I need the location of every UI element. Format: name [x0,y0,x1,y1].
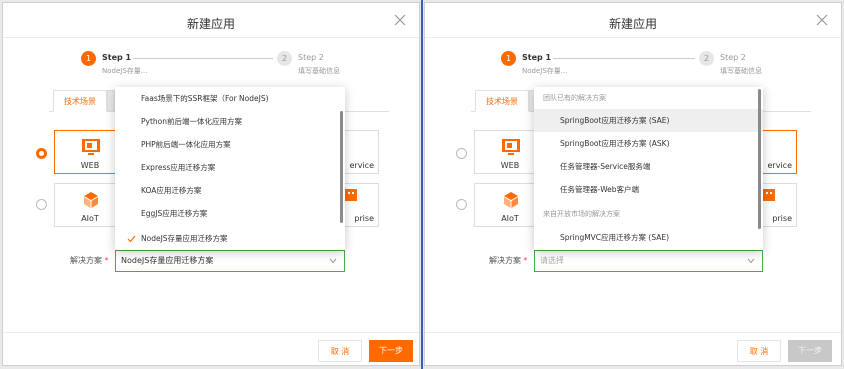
dropdown-option[interactable]: EggJS应用迁移方案 [115,202,345,225]
step-2-desc: 填写基础信息 [298,67,340,75]
group-label-market: 来自开放市场的解决方案 [543,210,620,218]
step-1-desc: NodeJS存量... [102,67,148,75]
radio-row-2[interactable] [36,199,47,210]
radio-row-1[interactable] [36,148,47,159]
dropdown-option[interactable]: SpringBoot应用迁移方案 (ASK) [534,132,763,155]
dropdown-option[interactable]: Python前后端一体化应用方案 [115,110,345,133]
header-divider [425,37,841,38]
tab-hidden[interactable] [107,90,115,112]
next-button[interactable]: 下一步 [369,340,413,362]
cancel-button[interactable]: 取 消 [318,340,362,362]
radio-row-1[interactable] [456,148,467,159]
required-mark: * [104,256,109,265]
required-mark: * [523,256,528,265]
group-label-team: 团队已有的解决方案 [543,94,606,102]
dropdown-option[interactable]: SpringMVC应用迁移方案 (SAE) [534,226,763,249]
solution-select-placeholder: 请选择 [540,256,564,265]
header-divider [3,37,419,38]
panel-divider [421,0,423,369]
dropdown-option[interactable]: Express应用迁移方案 [115,156,345,179]
dropdown-option-highlighted[interactable]: SpringBoot应用迁移方案 (SAE) [534,109,763,132]
step-2-circle: 2 [699,51,714,66]
step-2-circle: 2 [277,51,292,66]
step-1-desc: NodeJS存量... [522,67,568,75]
dropdown-option[interactable]: 任务管理器-Web客户端 [534,178,763,201]
enterprise-icon [763,189,775,201]
close-icon[interactable] [815,13,829,27]
web-monitor-icon [82,139,100,155]
step-1-circle: 1 [501,51,516,66]
dropdown-scrollbar[interactable] [758,89,761,229]
solution-label-text: 解决方案 [489,256,521,265]
dropdown-option[interactable]: 任务管理器-Service服务端 [534,155,763,178]
cancel-button[interactable]: 取 消 [737,340,781,362]
web-monitor-icon [502,139,520,155]
close-icon[interactable] [393,13,407,27]
radio-row-2[interactable] [456,199,467,210]
solution-dropdown: Faas场景下的SSR框架（For NodeJS) Python前后端一体化应用… [115,87,345,250]
step-1-title: Step 1 [522,53,552,62]
footer-divider [425,332,841,333]
dialog-title: 新建应用 [186,17,235,31]
step-2-title: Step 2 [720,53,746,62]
dialog-title: 新建应用 [608,17,657,31]
dropdown-option[interactable]: KOA应用迁移方案 [115,179,345,202]
check-icon [127,235,136,243]
solution-select-value: NodeJS存量应用迁移方案 [121,256,214,265]
solution-label-text: 解决方案 [70,256,102,265]
dropdown-option[interactable]: Faas场景下的SSR框架（For NodeJS) [115,87,345,110]
solution-dropdown: 团队已有的解决方案 SpringBoot应用迁移方案 (SAE) SpringB… [534,87,763,250]
tab-tech-scenario[interactable]: 技术场景 [475,90,529,112]
enterprise-icon [345,189,357,201]
step-1-title: Step 1 [102,53,132,62]
dropdown-option[interactable]: PHP前后端一体化应用方案 [115,133,345,156]
step-connector [553,58,695,59]
new-app-dialog-right: 新建应用 1 Step 1 NodeJS存量... 2 Step 2 填写基础信… [424,2,842,366]
step-2-title: Step 2 [298,53,324,62]
aiot-icon [84,192,98,208]
solution-field-label: 解决方案 * [70,255,109,266]
tab-tech-scenario[interactable]: 技术场景 [53,90,107,112]
chevron-down-icon [329,258,337,264]
footer-divider [3,332,419,333]
solution-select[interactable]: 请选择 [534,250,763,272]
aiot-icon [504,192,518,208]
solution-field-label: 解决方案 * [489,255,528,266]
next-button[interactable]: 下一步 [788,340,832,362]
dropdown-scrollbar[interactable] [340,111,343,223]
new-app-dialog-left: 新建应用 1 Step 1 NodeJS存量... 2 Step 2 填写基础信… [2,2,420,366]
dropdown-option-selected[interactable]: NodeJS存量应用迁移方案 [115,227,345,250]
solution-select[interactable]: NodeJS存量应用迁移方案 [115,250,345,272]
step-1-circle: 1 [81,51,96,66]
step-2-desc: 填写基础信息 [720,67,762,75]
step-connector [133,58,273,59]
chevron-down-icon [747,258,755,264]
